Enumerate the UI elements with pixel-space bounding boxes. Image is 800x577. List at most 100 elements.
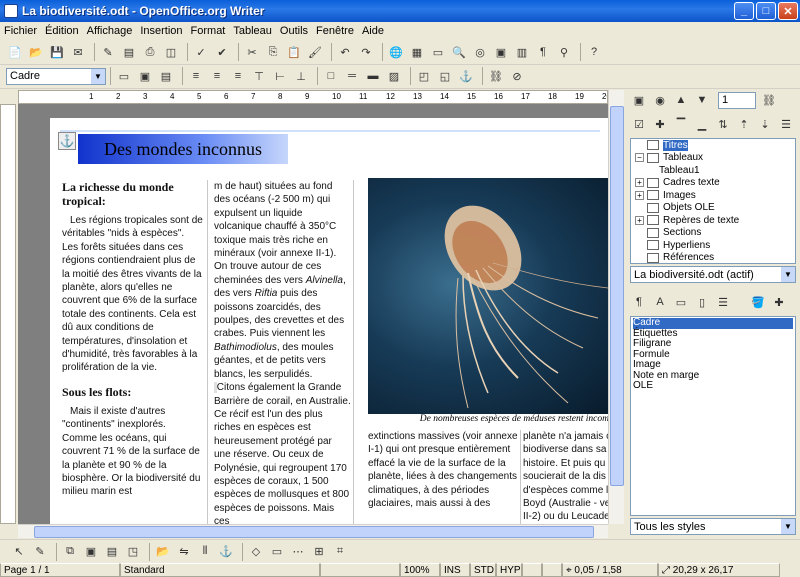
- page-wrap-icon[interactable]: ▣: [136, 67, 154, 85]
- menu-aide[interactable]: Aide: [362, 25, 384, 37]
- open-folder-icon[interactable]: 📂: [27, 43, 45, 61]
- navigator-icon[interactable]: ◎: [471, 43, 489, 61]
- align-middle-icon[interactable]: ⊢: [271, 67, 289, 85]
- expand-toggle-icon[interactable]: +: [635, 215, 644, 225]
- text-column-1[interactable]: La richesse du monde tropical: Les régio…: [62, 180, 208, 524]
- frame-styles-icon[interactable]: ▭: [672, 293, 690, 311]
- border-color-icon[interactable]: ▬: [364, 67, 382, 85]
- document-select[interactable]: La biodiversité.odt (actif) ▼: [630, 266, 796, 283]
- copy-icon[interactable]: ⎘: [264, 43, 282, 61]
- align-center-icon[interactable]: ≡: [208, 67, 226, 85]
- new-document-icon[interactable]: 📄: [6, 43, 24, 61]
- heading-levels-icon[interactable]: ☰: [777, 115, 795, 133]
- data-sources-icon[interactable]: ▥: [513, 43, 531, 61]
- navigator-tree-item[interactable]: + Repères de texte: [631, 214, 795, 227]
- anchor-icon[interactable]: ⚓: [457, 67, 475, 85]
- guides-icon[interactable]: ⌗: [331, 543, 349, 561]
- status-page-style[interactable]: Standard: [120, 563, 320, 577]
- menu-edition[interactable]: Édition: [45, 25, 79, 37]
- style-list-item[interactable]: Note en marge: [633, 370, 793, 382]
- document-page[interactable]: ⚓ Des mondes inconnus La richesse du mon…: [50, 118, 608, 524]
- unlink-frames-icon[interactable]: ⊘: [508, 67, 526, 85]
- menu-fenetre[interactable]: Fenêtre: [316, 25, 354, 37]
- zoom-icon[interactable]: ⚲: [555, 43, 573, 61]
- demote-chapter-icon[interactable]: ⇣: [756, 115, 774, 133]
- chevron-down-icon[interactable]: ▼: [781, 519, 795, 534]
- borders-icon[interactable]: □: [322, 67, 340, 85]
- navigator-tree-item[interactable]: Sections: [631, 227, 795, 240]
- clone-format-icon[interactable]: 🖌: [306, 43, 324, 61]
- align-top-icon[interactable]: ⊤: [250, 67, 268, 85]
- chevron-down-icon[interactable]: ▼: [91, 68, 105, 84]
- frame-style-combo[interactable]: Cadre ▼: [6, 67, 106, 85]
- edit-file-icon[interactable]: ✎: [99, 43, 117, 61]
- status-hyperlink-mode[interactable]: HYP: [496, 563, 522, 577]
- minimize-button[interactable]: _: [734, 2, 754, 20]
- status-selection-mode[interactable]: STD: [470, 563, 496, 577]
- expand-toggle-icon[interactable]: −: [635, 153, 644, 163]
- jellyfish-image[interactable]: [368, 178, 608, 414]
- open-image-icon[interactable]: 📂: [154, 543, 172, 561]
- toggle-navigator-icon[interactable]: ▣: [630, 91, 648, 109]
- drag-mode-icon[interactable]: ⛓: [760, 91, 778, 109]
- vertical-scrollbar[interactable]: [608, 90, 624, 524]
- header-icon[interactable]: ▔: [672, 115, 690, 133]
- page-number-field[interactable]: 1: [718, 91, 756, 109]
- new-style-icon[interactable]: ✚: [770, 293, 788, 311]
- menu-affichage[interactable]: Affichage: [87, 25, 133, 37]
- document-area[interactable]: ⚓ Des mondes inconnus La richesse du mon…: [18, 104, 608, 524]
- paste-icon[interactable]: 📋: [285, 43, 303, 61]
- chevron-down-icon[interactable]: ▼: [781, 267, 795, 282]
- style-list-item[interactable]: OLE: [633, 380, 793, 392]
- insert-frame-icon[interactable]: ▭: [268, 543, 286, 561]
- menu-tableau[interactable]: Tableau: [233, 25, 272, 37]
- wrap-off-icon[interactable]: ▭: [115, 67, 133, 85]
- previous-icon[interactable]: ▲: [672, 91, 690, 109]
- group-icon[interactable]: ⧉: [61, 543, 79, 561]
- undo-icon[interactable]: ↶: [336, 43, 354, 61]
- gallery-icon[interactable]: ▣: [492, 43, 510, 61]
- page-styles-icon[interactable]: ▯: [693, 293, 711, 311]
- navigator-tree-item[interactable]: + Cadres texte: [631, 177, 795, 190]
- text-column-2[interactable]: m de haut) situées au fond des océans (-…: [214, 180, 354, 524]
- navigator-tree-item[interactable]: Hyperliens: [631, 239, 795, 252]
- styles-filter[interactable]: Tous les styles ▼: [630, 518, 796, 535]
- snap-grid-icon[interactable]: ⊞: [310, 543, 328, 561]
- nonprinting-characters-icon[interactable]: ¶: [534, 43, 552, 61]
- list-styles-icon[interactable]: ☰: [714, 293, 732, 311]
- align-objects-icon[interactable]: ⫴: [196, 543, 214, 561]
- align-left-icon[interactable]: ≡: [187, 67, 205, 85]
- page-preview-icon[interactable]: ◫: [162, 43, 180, 61]
- redo-icon[interactable]: ↷: [357, 43, 375, 61]
- maximize-button[interactable]: □: [756, 2, 776, 20]
- grid-icon[interactable]: ⋯: [289, 543, 307, 561]
- select-arrow-icon[interactable]: ↖: [10, 543, 28, 561]
- edit-points-icon[interactable]: ◇: [247, 543, 265, 561]
- vertical-ruler[interactable]: [0, 104, 16, 524]
- next-icon[interactable]: ▼: [693, 91, 711, 109]
- banner-title[interactable]: Des mondes inconnus: [78, 134, 288, 164]
- style-list-item[interactable]: Filigrane: [633, 338, 793, 350]
- background-color-icon[interactable]: ▨: [385, 67, 403, 85]
- fill-format-icon[interactable]: 🪣: [749, 293, 767, 311]
- status-insert-mode[interactable]: INS: [440, 563, 470, 577]
- bring-forward-icon[interactable]: ◳: [124, 543, 142, 561]
- print-icon[interactable]: ⎙: [141, 43, 159, 61]
- hyperlink-icon[interactable]: 🌐: [387, 43, 405, 61]
- anchor-text-icon[interactable]: ⇅: [714, 115, 732, 133]
- align-bottom-icon[interactable]: ⊥: [292, 67, 310, 85]
- navigation-icon[interactable]: ◉: [651, 91, 669, 109]
- footer-icon[interactable]: ▁: [693, 115, 711, 133]
- promote-chapter-icon[interactable]: ⇡: [735, 115, 753, 133]
- horizontal-ruler[interactable]: 123456789101112131415161718192021: [18, 90, 608, 104]
- send-to-back-icon[interactable]: ◱: [436, 67, 454, 85]
- status-zoom[interactable]: 100%: [400, 563, 440, 577]
- menu-format[interactable]: Format: [191, 25, 226, 37]
- align-right-icon[interactable]: ≡: [229, 67, 247, 85]
- help-icon[interactable]: ?: [585, 43, 603, 61]
- horizontal-scroll-thumb[interactable]: [34, 526, 594, 538]
- navigator-tree-item[interactable]: + Images: [631, 189, 795, 202]
- properties-icon[interactable]: ▤: [103, 543, 121, 561]
- anchor-toolbar-icon[interactable]: ⚓: [217, 543, 235, 561]
- menu-fichier[interactable]: Fichier: [4, 25, 37, 37]
